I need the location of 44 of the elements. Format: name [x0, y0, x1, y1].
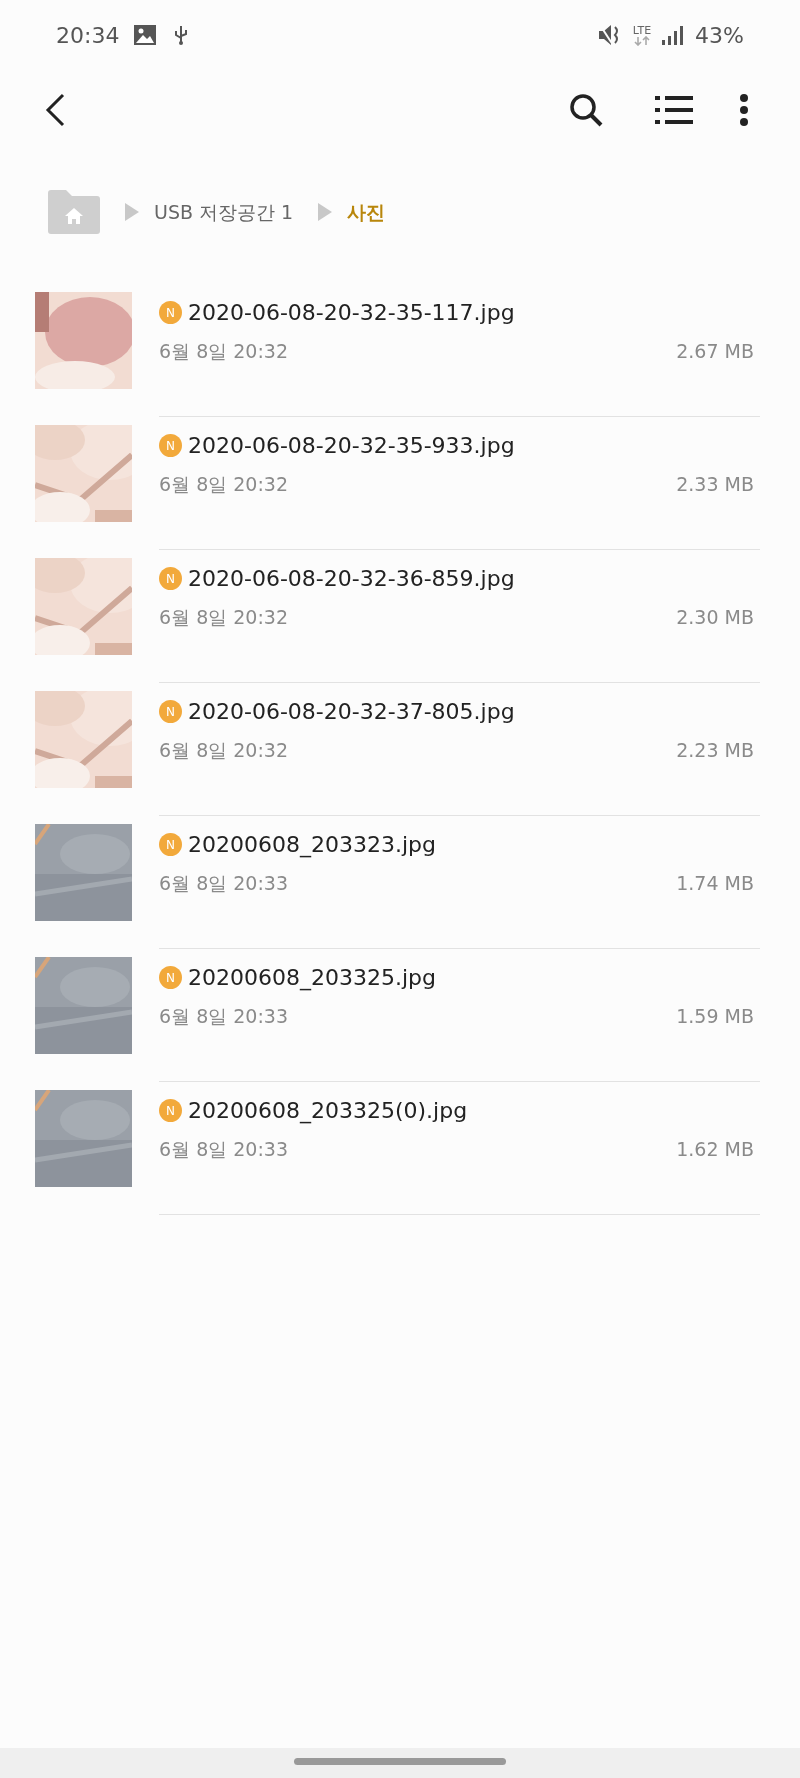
file-name: 2020-06-08-20-32-37-805.jpg: [188, 698, 515, 726]
network-type: LTE: [632, 24, 652, 36]
signal-icon: [661, 24, 684, 46]
search-icon: [568, 92, 604, 128]
file-size: 1.62 MB: [676, 1137, 754, 1162]
file-date: 6월 8일 20:33: [159, 1004, 288, 1029]
new-badge: N: [159, 301, 182, 324]
new-badge: N: [159, 567, 182, 590]
new-badge: N: [159, 700, 182, 723]
file-name: 20200608_203323.jpg: [188, 831, 436, 860]
file-name: 2020-06-08-20-32-35-117.jpg: [188, 299, 515, 327]
new-badge: N: [159, 1099, 182, 1122]
file-date: 6월 8일 20:32: [159, 605, 288, 630]
breadcrumb-item[interactable]: USB 저장공간 1: [154, 197, 294, 227]
file-date: 6월 8일 20:32: [159, 339, 288, 364]
usb-icon: [173, 24, 190, 46]
file-size: 1.74 MB: [676, 871, 754, 896]
file-size: 2.23 MB: [676, 738, 754, 763]
file-size: 2.67 MB: [676, 339, 754, 364]
file-date: 6월 8일 20:33: [159, 1137, 288, 1162]
new-badge: N: [159, 833, 182, 856]
file-date: 6월 8일 20:32: [159, 472, 288, 497]
chevron-icon: [124, 202, 140, 222]
file-name: 20200608_203325.jpg: [188, 964, 436, 993]
file-date: 6월 8일 20:32: [159, 738, 288, 763]
file-size: 2.33 MB: [676, 472, 754, 497]
list-icon: [655, 94, 693, 126]
battery-percent: 43%: [695, 21, 744, 50]
more-icon: [739, 94, 749, 126]
file-size: 2.30 MB: [676, 605, 754, 630]
breadcrumb-item[interactable]: 사진: [347, 197, 386, 227]
clock-time: 20:34: [56, 21, 120, 50]
file-size: 1.59 MB: [676, 1004, 754, 1029]
new-badge: N: [159, 434, 182, 457]
file-name: 2020-06-08-20-32-36-859.jpg: [188, 565, 515, 593]
file-name: 20200608_203325(0).jpg: [188, 1097, 468, 1126]
back-icon: [44, 93, 66, 127]
data-arrows-icon: [633, 35, 650, 46]
chevron-icon: [317, 202, 334, 222]
new-badge: N: [159, 966, 182, 989]
image-icon: [133, 24, 158, 46]
file-name: 2020-06-08-20-32-35-933.jpg: [188, 432, 515, 460]
home-folder-icon: [48, 190, 100, 234]
file-date: 6월 8일 20:33: [159, 871, 288, 896]
